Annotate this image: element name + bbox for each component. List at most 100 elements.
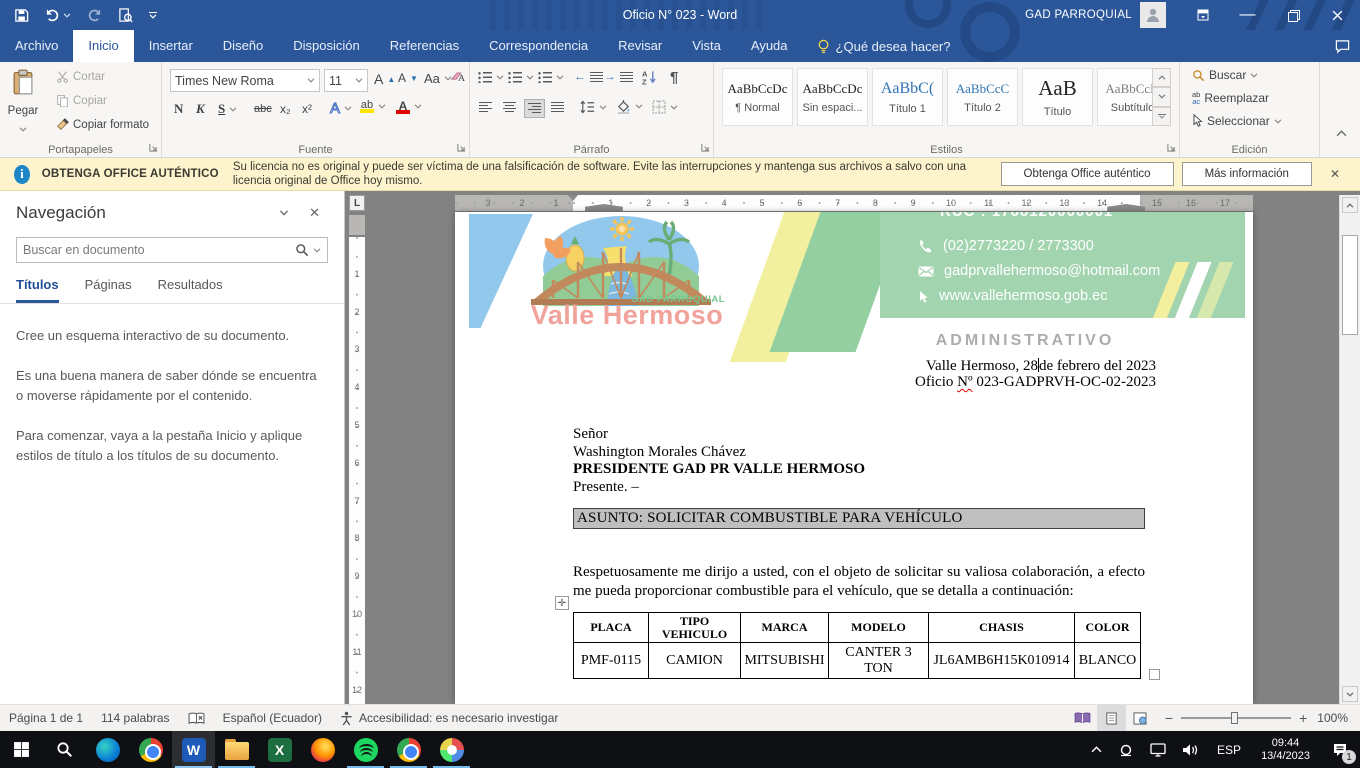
tab-stop-selector[interactable]: L [349,195,365,211]
format-painter-button[interactable]: Copiar formato [56,118,149,131]
proofing-errors-icon[interactable] [179,712,214,725]
hidden-icons-chevron[interactable] [1083,746,1110,753]
search-input[interactable] [23,243,295,257]
font-dialog-launcher[interactable] [457,142,466,154]
close-navigation-pane-icon[interactable]: ✕ [299,205,330,221]
style-titulo[interactable]: AaBTítulo [1022,68,1093,126]
styles-gallery-more[interactable] [1152,107,1171,126]
zoom-percentage[interactable]: 100% [1317,711,1360,725]
close-button[interactable] [1315,0,1360,30]
align-left-button[interactable] [479,102,492,113]
table-cell[interactable]: CANTER 3 TON [829,643,929,679]
underline-button[interactable]: S [218,101,237,117]
tab-revisar[interactable]: Revisar [603,30,677,62]
tab-archivo[interactable]: Archivo [0,30,73,62]
styles-scroll-down[interactable] [1152,87,1171,106]
select-button[interactable]: Seleccionar [1192,114,1282,128]
language-status[interactable]: Español (Ecuador) [214,711,331,725]
styles-dialog-launcher[interactable] [1167,142,1176,154]
shrink-font-button[interactable]: A▼ [398,71,418,85]
increase-indent-button[interactable]: → [604,71,633,83]
recipient-block[interactable]: Señor Washington Morales Chávez PRESIDEN… [573,426,865,496]
vehicle-table[interactable]: PLACA TIPO VEHICULO MARCA MODELO CHASIS … [573,612,1141,679]
save-button[interactable] [14,8,29,23]
decrease-indent-button[interactable]: ← [574,71,603,83]
bullets-button[interactable] [478,71,504,83]
document-page[interactable]: GAD PARROQUIAL Valle Hermoso RUC : 17681… [455,212,1253,704]
shading-button[interactable] [616,99,643,114]
chevron-down-icon[interactable] [313,248,321,253]
table-cell[interactable]: MITSUBISHI [741,643,829,679]
font-size-combo[interactable]: 11 [324,69,368,92]
multilevel-list-button[interactable] [538,71,564,83]
feedback-icon[interactable] [1335,30,1350,62]
taskbar-file-explorer-icon[interactable] [215,731,258,768]
taskbar-word-icon[interactable]: W [172,731,215,768]
tab-vista[interactable]: Vista [677,30,736,62]
nav-tab-paginas[interactable]: Páginas [85,277,132,303]
table-move-handle[interactable]: ✛ [555,596,569,610]
show-paragraph-marks-button[interactable]: ¶ [670,69,678,86]
find-button[interactable]: Buscar [1192,68,1258,82]
collapse-ribbon-button[interactable] [1336,130,1347,137]
volume-icon[interactable] [1174,743,1207,757]
text-effects-button[interactable]: A [330,100,352,117]
print-layout-button[interactable] [1097,705,1126,732]
cut-button[interactable]: Cortar [56,70,105,83]
minimize-button[interactable]: — [1225,0,1270,30]
tab-ayuda[interactable]: Ayuda [736,30,803,62]
tab-disposicion[interactable]: Disposición [278,30,374,62]
zoom-slider-thumb[interactable] [1231,712,1238,724]
nav-tab-resultados[interactable]: Resultados [158,277,223,303]
zoom-in-button[interactable]: + [1299,710,1307,726]
first-line-indent-marker[interactable] [568,195,578,201]
taskbar-spotify-icon[interactable] [344,731,387,768]
style-titulo-2[interactable]: AaBbCcCTítulo 2 [947,68,1018,126]
italic-button[interactable]: K [196,101,205,117]
borders-button[interactable] [652,100,678,114]
taskbar-edge-icon[interactable] [86,731,129,768]
style-sin-espaciado[interactable]: AaBbCcDcSin espaci... [797,68,868,126]
learn-more-button[interactable]: Más información [1182,162,1312,186]
tell-me-box[interactable]: ¿Qué desea hacer? [803,30,965,62]
get-genuine-office-button[interactable]: Obtenga Office auténtico [1001,162,1174,186]
change-case-button[interactable]: Aa [424,71,452,86]
copy-button[interactable]: Copiar [56,94,107,107]
tab-correspondencia[interactable]: Correspondencia [474,30,603,62]
taskbar-excel-icon[interactable]: X [258,731,301,768]
undo-button[interactable] [45,8,71,23]
paste-button[interactable]: Pegar [0,66,46,135]
style-normal[interactable]: AaBbCcDc¶ Normal [722,68,793,126]
print-preview-button[interactable] [118,8,133,23]
scroll-up-button[interactable] [1342,197,1358,213]
page-count[interactable]: Página 1 de 1 [0,711,92,725]
justify-button[interactable] [551,102,564,113]
horizontal-ruler[interactable]: 321 1234567891011121314 151617 [455,195,1253,211]
read-mode-button[interactable] [1068,705,1097,732]
bold-button[interactable]: N [174,101,183,117]
paragraph-dialog-launcher[interactable] [701,142,710,154]
style-titulo-1[interactable]: AaBbC(Título 1 [872,68,943,126]
clear-formatting-button[interactable] [450,70,466,83]
styles-scroll-up[interactable] [1152,68,1171,87]
strikethrough-button[interactable]: abc [254,103,272,115]
font-name-combo[interactable]: Times New Roma [170,69,320,92]
align-center-button[interactable] [503,102,516,113]
word-count[interactable]: 114 palabras [92,711,179,725]
tab-insertar[interactable]: Insertar [134,30,208,62]
action-center-button[interactable]: 1 [1320,731,1360,768]
customize-qat-button[interactable] [149,12,157,19]
nav-tab-titulos[interactable]: Títulos [16,277,59,303]
font-color-button[interactable]: A [396,100,422,114]
redo-button[interactable] [87,8,102,23]
start-button[interactable] [0,731,43,768]
table-header-cell[interactable]: PLACA [574,613,649,643]
document-search-box[interactable] [16,237,328,263]
table-header-cell[interactable]: MODELO [829,613,929,643]
clock[interactable]: 09:44 13/4/2023 [1251,737,1320,763]
account-name[interactable]: GAD PARROQUIAL [1025,9,1132,21]
taskbar-chrome-profile-icon[interactable] [387,731,430,768]
scrollbar-thumb[interactable] [1342,235,1358,335]
superscript-button[interactable]: x² [302,102,312,116]
web-layout-button[interactable] [1126,705,1155,732]
